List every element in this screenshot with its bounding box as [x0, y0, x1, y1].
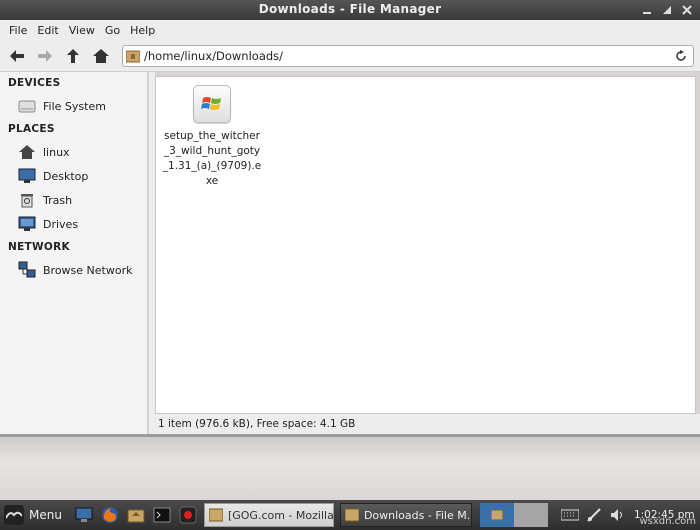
task-label: [GOG.com - Mozilla ...	[227, 508, 334, 522]
maximize-icon[interactable]	[660, 3, 674, 17]
menu-edit[interactable]: Edit	[32, 24, 63, 37]
home-icon[interactable]	[90, 45, 112, 67]
firefox-icon[interactable]	[100, 505, 120, 525]
title-bar[interactable]: Downloads - File Manager	[0, 0, 700, 20]
status-bar: 1 item (976.6 kB), Free space: 4.1 GB	[155, 414, 700, 434]
up-icon[interactable]	[62, 45, 84, 67]
sidebar: DEVICES File System PLACES linux Desktop…	[0, 72, 148, 434]
minimize-icon[interactable]	[640, 3, 654, 17]
desktop-background[interactable]	[0, 437, 700, 500]
terminal-icon[interactable]	[152, 505, 172, 525]
location-input[interactable]	[144, 49, 673, 63]
network-icon	[18, 261, 36, 279]
start-menu-button[interactable]: Menu	[0, 505, 62, 525]
workspace-pager	[479, 503, 548, 527]
sidebar-heading-devices: DEVICES	[8, 77, 61, 89]
sidebar-item-label: Browse Network	[43, 263, 133, 277]
sidebar-item-linux[interactable]: linux	[0, 140, 147, 164]
reload-icon[interactable]	[673, 48, 689, 64]
sidebar-item-file-system[interactable]: File System	[0, 94, 147, 118]
menu-logo-icon	[4, 505, 24, 525]
task-firefox[interactable]: [GOG.com - Mozilla ...	[203, 503, 334, 527]
menu-file[interactable]: File	[4, 24, 32, 37]
menu-label: Menu	[29, 508, 62, 522]
drives-icon	[18, 215, 36, 233]
volume-icon[interactable]	[608, 505, 628, 525]
menu-view[interactable]: View	[64, 24, 100, 37]
sidebar-heading-places: PLACES	[8, 123, 55, 135]
sidebar-item-label: Drives	[43, 217, 79, 231]
home-folder-icon[interactable]	[126, 505, 146, 525]
file-name: setup_the_witcher_3_wild_hunt_goty_1.31_…	[162, 130, 262, 187]
menu-bar: File Edit View Go Help	[0, 20, 700, 40]
taskbar: Menu [GOG.com - Mozilla ... Downloads - …	[0, 500, 700, 530]
task-label: Downloads - File M...	[363, 508, 472, 522]
sidebar-item-label: File System	[43, 99, 106, 113]
workspace-2[interactable]	[513, 503, 548, 527]
desktop-icon	[18, 167, 36, 185]
folder-task-icon	[344, 508, 360, 522]
toolbar	[0, 40, 700, 72]
windows-exe-icon	[193, 85, 231, 123]
sidebar-heading-network: NETWORK	[8, 241, 70, 253]
sidebar-item-drives[interactable]: Drives	[0, 212, 147, 236]
window-title: Downloads - File Manager	[258, 2, 442, 16]
trash-icon	[18, 191, 36, 209]
home-icon	[18, 143, 36, 161]
sidebar-item-label: Trash	[43, 193, 73, 207]
task-file-manager[interactable]: Downloads - File M...	[339, 503, 472, 527]
watermark: wsxdn.com	[639, 516, 696, 527]
menu-help[interactable]: Help	[125, 24, 160, 37]
sidebar-item-trash[interactable]: Trash	[0, 188, 147, 212]
close-icon[interactable]	[680, 3, 694, 17]
folder-icon	[125, 49, 141, 63]
location-bar	[122, 45, 694, 67]
file-item[interactable]: setup_the_witcher_3_wild_hunt_goty_1.31_…	[162, 85, 262, 189]
drive-icon	[18, 97, 36, 115]
status-text: 1 item (976.6 kB), Free space: 4.1 GB	[158, 418, 356, 430]
show-desktop-icon[interactable]	[74, 505, 94, 525]
file-view[interactable]: setup_the_witcher_3_wild_hunt_goty_1.31_…	[155, 76, 696, 414]
sidebar-item-browse-network[interactable]: Browse Network	[0, 258, 147, 282]
record-icon[interactable]	[178, 505, 198, 525]
sidebar-item-label: linux	[43, 145, 70, 159]
network-status-icon[interactable]	[584, 505, 604, 525]
menu-go[interactable]: Go	[100, 24, 125, 37]
back-icon[interactable]	[6, 45, 28, 67]
keyboard-icon[interactable]	[560, 505, 580, 525]
forward-icon[interactable]	[34, 45, 56, 67]
sidebar-item-desktop[interactable]: Desktop	[0, 164, 147, 188]
sidebar-item-label: Desktop	[43, 169, 89, 183]
workspace-1[interactable]	[479, 503, 514, 527]
firefox-task-icon	[208, 508, 224, 522]
